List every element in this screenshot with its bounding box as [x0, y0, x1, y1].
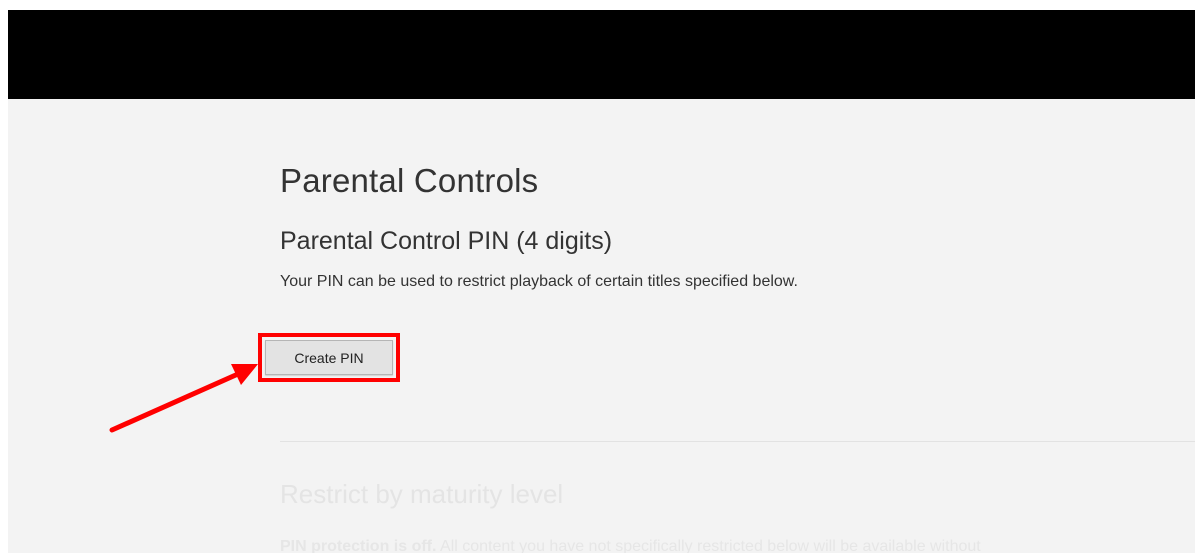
main-content: Parental Controls Parental Control PIN (…	[280, 161, 1195, 292]
pin-status-text: All content you have not specifically re…	[436, 538, 981, 553]
pin-status-bold: PIN protection is off.	[280, 538, 437, 553]
pin-section-title: Parental Control PIN (4 digits)	[280, 227, 613, 255]
create-pin-highlight-box: Create PIN	[258, 333, 400, 382]
page-container: Parental Controls Parental Control PIN (…	[8, 10, 1195, 553]
maturity-section-description: PIN protection is off. All content you h…	[280, 537, 981, 553]
top-header-bar	[8, 10, 1195, 99]
maturity-section-title: Restrict by maturity level	[280, 479, 564, 509]
pin-section-description: Your PIN can be used to restrict playbac…	[280, 273, 798, 290]
create-pin-button[interactable]: Create PIN	[265, 340, 393, 375]
page-title: Parental Controls	[280, 162, 539, 199]
section-divider	[280, 441, 1195, 442]
